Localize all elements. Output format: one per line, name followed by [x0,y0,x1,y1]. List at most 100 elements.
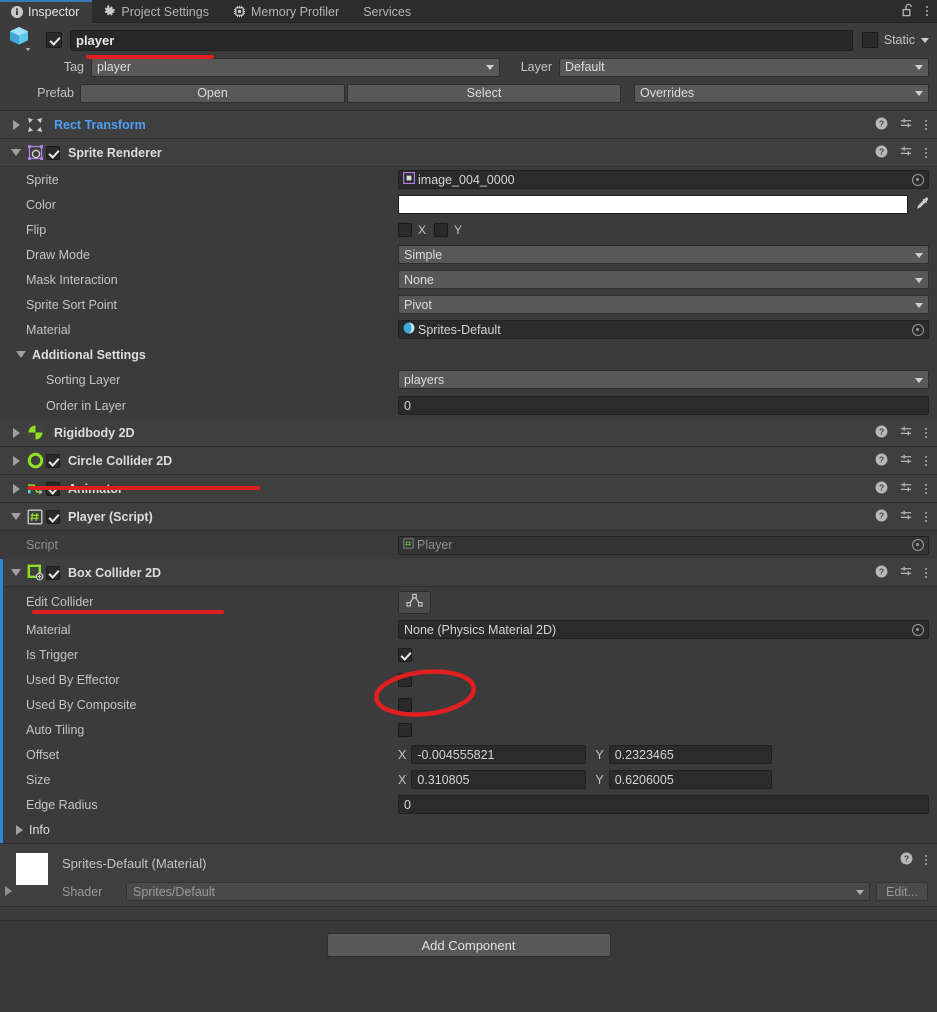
property-row-info[interactable]: Info [0,817,937,843]
tab-project-settings[interactable]: Project Settings [92,0,222,23]
tab-inspector[interactable]: Inspector [0,0,93,23]
preset-sliders-icon[interactable] [900,145,913,161]
kebab-menu-icon[interactable] [925,119,927,130]
foldout-arrow-icon[interactable] [8,455,24,466]
preset-sliders-icon[interactable] [900,425,913,441]
material-object-field[interactable]: Sprites-Default [398,320,929,339]
window-tab-bar-actions [902,0,937,22]
tab-services[interactable]: Services [352,0,424,23]
order-in-layer-input[interactable]: 0 [398,396,929,415]
kebab-menu-icon[interactable] [925,147,927,158]
help-icon[interactable]: ? [875,453,888,469]
static-checkbox[interactable] [861,32,878,48]
property-row-additional-settings[interactable]: Additional Settings [0,342,937,367]
kebab-menu-icon[interactable] [926,6,928,16]
sprite-renderer-enabled-checkbox[interactable] [46,145,60,160]
foldout-arrow-icon[interactable] [8,569,24,576]
prefab-overrides-dropdown[interactable]: Overrides [634,83,929,103]
component-header-animator[interactable]: Animator ? [0,475,937,503]
material-preview-swatch [16,853,48,885]
kebab-menu-icon[interactable] [925,567,927,578]
component-header-box-collider-2d[interactable]: Box Collider 2D ? [0,559,937,587]
offset-x-input[interactable]: -0.004555821 [411,745,587,764]
preset-sliders-icon[interactable] [900,453,913,469]
add-component-button[interactable]: Add Component [326,933,611,957]
property-row-flip: Flip X Y [0,217,937,242]
edge-radius-input[interactable]: 0 [398,795,929,814]
kebab-menu-icon[interactable] [925,855,927,865]
draw-mode-value: Simple [404,247,443,262]
flip-y-checkbox[interactable] [434,222,449,237]
size-y-value: 0.6206005 [614,772,674,787]
shader-edit-button[interactable]: Edit... [876,882,928,901]
draw-mode-dropdown[interactable]: Simple [398,245,929,264]
color-swatch[interactable] [398,195,908,214]
component-header-rect-transform[interactable]: Rect Transform ? [0,111,937,139]
component-header-sprite-renderer[interactable]: Sprite Renderer ? [0,139,937,167]
is-trigger-checkbox[interactable] [398,647,412,662]
size-x-input[interactable]: 0.310805 [411,770,587,789]
unlocked-padlock-icon[interactable] [902,3,915,20]
preset-sliders-icon[interactable] [900,117,913,133]
help-icon[interactable]: ? [875,481,888,497]
auto-tiling-checkbox[interactable] [398,722,412,737]
foldout-additional-settings[interactable]: Additional Settings [8,348,398,362]
label-mask-interaction: Mask Interaction [26,272,118,287]
help-icon[interactable]: ? [875,145,888,161]
eyedropper-icon[interactable] [915,196,929,213]
foldout-arrow-icon[interactable] [8,149,24,156]
shader-dropdown[interactable]: Sprites/Default [126,882,871,901]
tag-dropdown[interactable]: player [91,57,500,77]
sprite-sort-point-dropdown[interactable]: Pivot [398,295,929,314]
tag-layer-row: Tag player Layer Default [8,56,929,78]
material-preview-foldout[interactable] [0,853,16,899]
foldout-arrow-icon[interactable] [8,483,24,494]
tab-project-settings-label: Project Settings [121,4,209,19]
foldout-arrow-icon[interactable] [8,513,24,520]
animator-enabled-checkbox[interactable] [46,481,60,496]
static-dropdown-chevron-icon[interactable] [921,37,929,43]
kebab-menu-icon[interactable] [925,427,927,438]
help-icon[interactable]: ? [875,509,888,525]
component-header-player-script[interactable]: Player (Script) ? [0,503,937,531]
preset-sliders-icon[interactable] [900,509,913,525]
component-header-circle-collider-2d[interactable]: Circle Collider 2D ? [0,447,937,475]
preset-sliders-icon[interactable] [900,481,913,497]
sorting-layer-dropdown[interactable]: players [398,370,929,389]
size-y-input[interactable]: 0.6206005 [608,770,772,789]
box-collider-2d-enabled-checkbox[interactable] [46,565,60,580]
box-material-object-field[interactable]: None (Physics Material 2D) [398,620,929,639]
kebab-menu-icon[interactable] [925,511,927,522]
foldout-info[interactable]: Info [8,823,398,837]
help-icon[interactable]: ? [875,565,888,581]
help-icon[interactable]: ? [875,117,888,133]
offset-y-input[interactable]: 0.2323465 [608,745,772,764]
preset-sliders-icon[interactable] [900,565,913,581]
layer-dropdown[interactable]: Default [559,57,929,77]
component-title-rect-transform: Rect Transform [54,117,146,132]
sprite-object-field[interactable]: image_004_0000 [398,170,929,189]
sorting-layer-value: players [404,372,445,387]
prefab-open-button[interactable]: Open [80,83,345,103]
sprite-picker-icon[interactable] [912,173,924,186]
foldout-arrow-icon[interactable] [8,427,24,438]
help-icon[interactable]: ? [900,852,913,868]
edit-collider-button[interactable] [398,590,431,614]
material-picker-icon[interactable] [912,323,924,336]
circle-collider-2d-enabled-checkbox[interactable] [46,453,60,468]
gameobject-enabled-checkbox[interactable] [46,32,62,48]
svg-text:?: ? [879,454,884,464]
prefab-select-button[interactable]: Select [347,83,621,103]
gameobject-name-input[interactable]: player [70,29,853,51]
prefab-cube-icon[interactable] [8,25,46,55]
flip-x-checkbox[interactable] [398,222,412,237]
help-icon[interactable]: ? [875,425,888,441]
foldout-arrow-icon[interactable] [8,119,24,130]
box-material-picker-icon[interactable] [912,623,924,636]
tab-memory-profiler[interactable]: Memory Profiler [222,0,352,23]
kebab-menu-icon[interactable] [925,455,927,466]
player-script-enabled-checkbox[interactable] [46,509,60,524]
component-header-rigidbody-2d[interactable]: Rigidbody 2D ? [0,419,937,447]
kebab-menu-icon[interactable] [925,483,927,494]
mask-interaction-dropdown[interactable]: None [398,270,929,289]
